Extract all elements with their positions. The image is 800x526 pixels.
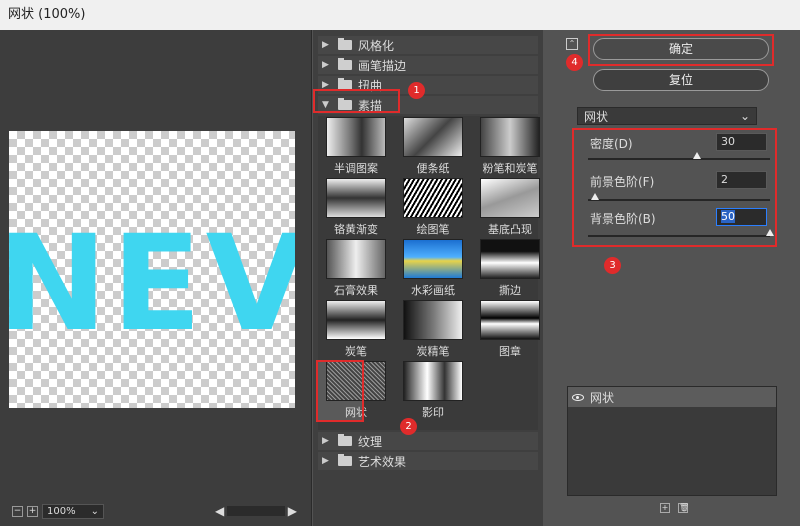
- filter-thumb-stamp[interactable]: 图章: [479, 300, 541, 359]
- annotation-badge-4: 4: [566, 54, 583, 71]
- category-label: 画笔描边: [358, 58, 407, 73]
- filter-thumb-photocopy[interactable]: 影印: [402, 361, 464, 420]
- filter-thumb-water-paper[interactable]: 水彩画纸: [402, 239, 464, 298]
- filter-thumb-bas-relief[interactable]: 基底凸现: [479, 178, 541, 237]
- preview-panel: NEV: [0, 30, 312, 526]
- filter-thumb-halftone[interactable]: 半调图案: [325, 117, 387, 176]
- chevron-down-icon: ⌄: [739, 109, 750, 123]
- water-paper-thumb-icon: [403, 239, 463, 279]
- filter-thumb-graphic-pen[interactable]: 绘图笔: [402, 178, 464, 237]
- stamp-thumb-icon: [480, 300, 540, 340]
- chevron-down-icon: ⌄: [90, 506, 99, 517]
- highlight-box-4: [588, 34, 774, 66]
- category-label: 纹理: [358, 434, 383, 449]
- delete-effect-layer-icon[interactable]: 🗑: [678, 503, 689, 513]
- collapse-gallery-icon[interactable]: ⌃: [566, 38, 578, 50]
- triangle-right-icon: ▶: [322, 436, 329, 446]
- reset-button[interactable]: 复位: [593, 69, 769, 91]
- triangle-right-icon: ▶: [322, 40, 329, 50]
- filter-label: 图章: [499, 345, 521, 358]
- folder-icon: [338, 434, 352, 446]
- effect-layers-panel: 网状: [567, 386, 777, 496]
- chrome-thumb-icon: [326, 178, 386, 218]
- annotation-badge-3: 3: [604, 257, 621, 274]
- new-effect-layer-icon[interactable]: +: [660, 503, 670, 513]
- window-title: 网状 (100%): [0, 0, 800, 30]
- filter-thumb-chrome[interactable]: 铬黄渐变: [325, 178, 387, 237]
- graphic-pen-thumb-icon: [403, 178, 463, 218]
- folder-icon: [338, 58, 352, 70]
- eye-icon[interactable]: [572, 393, 584, 401]
- bas-relief-thumb-icon: [480, 178, 540, 218]
- effect-layer-name: 网状: [590, 390, 615, 405]
- zoom-select[interactable]: 100% ⌄: [42, 504, 104, 519]
- filter-label: 绘图笔: [416, 223, 450, 236]
- category-label: 风格化: [358, 38, 395, 53]
- chalk-charcoal-thumb-icon: [480, 117, 540, 157]
- filter-select-value: 网状: [584, 109, 609, 124]
- filter-thumb-torn-edges[interactable]: 撕边: [479, 239, 541, 298]
- category-bottom-1[interactable]: ▶ 艺术效果: [318, 452, 538, 470]
- notepaper-thumb-icon: [403, 117, 463, 157]
- plaster-thumb-icon: [326, 239, 386, 279]
- preview-scrollbar[interactable]: ◀ ▶: [215, 504, 297, 518]
- annotation-badge-1: 1: [408, 82, 425, 99]
- filter-label: 便条纸: [416, 162, 450, 175]
- filter-thumb-plaster[interactable]: 石膏效果: [325, 239, 387, 298]
- triangle-right-icon: ▶: [322, 60, 329, 70]
- effect-layer-row[interactable]: 网状: [568, 387, 776, 407]
- filter-label: 炭笔: [345, 345, 367, 358]
- folder-icon: [338, 454, 352, 466]
- folder-icon: [338, 38, 352, 50]
- charcoal-thumb-icon: [326, 300, 386, 340]
- photocopy-thumb-icon: [403, 361, 463, 401]
- filter-label: 铬黄渐变: [334, 223, 378, 236]
- filter-thumb-chalk-charcoal[interactable]: 粉笔和炭笔: [479, 117, 541, 176]
- category-top-0[interactable]: ▶ 风格化: [318, 36, 538, 54]
- preview-canvas[interactable]: NEV: [9, 131, 295, 408]
- filter-label: 半调图案: [334, 162, 378, 175]
- zoom-out-button[interactable]: −: [12, 506, 23, 517]
- category-top-1[interactable]: ▶ 画笔描边: [318, 56, 538, 74]
- filter-label: 水彩画纸: [411, 284, 455, 297]
- filter-label: 粉笔和炭笔: [482, 162, 538, 175]
- zoom-in-button[interactable]: +: [27, 506, 38, 517]
- annotation-badge-2: 2: [400, 418, 417, 435]
- torn-edges-thumb-icon: [480, 239, 540, 279]
- filter-thumb-notepaper[interactable]: 便条纸: [402, 117, 464, 176]
- filter-thumb-conte-crayon[interactable]: 炭精笔: [402, 300, 464, 359]
- filter-label: 基底凸现: [488, 223, 532, 236]
- filter-label: 炭精笔: [416, 345, 450, 358]
- highlight-box-3: [572, 128, 777, 247]
- category-bottom-0[interactable]: ▶ 纹理: [318, 432, 538, 450]
- category-label: 艺术效果: [358, 454, 407, 469]
- halftone-thumb-icon: [326, 117, 386, 157]
- conte-crayon-thumb-icon: [403, 300, 463, 340]
- filter-label: 石膏效果: [334, 284, 378, 297]
- triangle-right-icon: ▶: [322, 456, 329, 466]
- highlight-box-2: [316, 360, 364, 422]
- preview-text-graphic: NEV: [9, 207, 295, 361]
- filter-thumb-charcoal[interactable]: 炭笔: [325, 300, 387, 359]
- highlight-box-1: [313, 89, 400, 113]
- filter-select[interactable]: 网状 ⌄: [577, 107, 757, 125]
- scroll-right-icon[interactable]: ▶: [288, 504, 297, 518]
- filter-label: 撕边: [499, 284, 521, 297]
- svg-text:NEV: NEV: [9, 207, 295, 361]
- zoom-value: 100%: [47, 506, 76, 517]
- scroll-left-icon[interactable]: ◀: [215, 504, 224, 518]
